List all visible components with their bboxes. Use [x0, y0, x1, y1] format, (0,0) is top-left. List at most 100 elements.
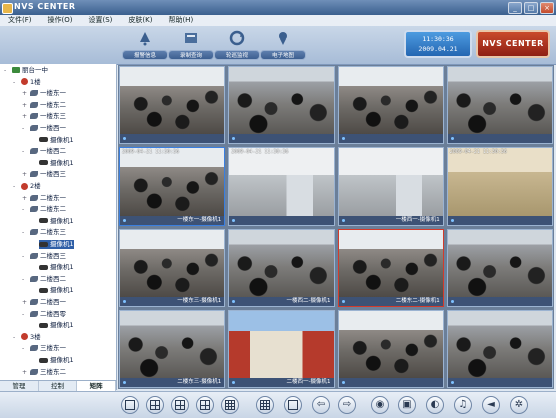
- video-cell[interactable]: 2009-04-21 11:30:36: [446, 147, 553, 226]
- tree-item-room[interactable]: - 二楼东二: [22, 205, 66, 214]
- video-cell[interactable]: 2009-04-21 11:30:36 一楼东一-摄像机1: [119, 147, 226, 226]
- settings-icon: ✲: [514, 399, 524, 410]
- record-query-button[interactable]: 录制查询: [168, 29, 214, 61]
- video-cell[interactable]: 2009-04-21 11:30:36: [228, 147, 335, 226]
- layout-9-button[interactable]: [221, 396, 239, 414]
- expand-icon[interactable]: +: [22, 112, 27, 121]
- expand-icon[interactable]: +: [22, 170, 27, 179]
- tree-item-room[interactable]: - 一楼西二: [22, 147, 66, 156]
- minimize-button[interactable]: _: [508, 2, 522, 14]
- tree-item-room[interactable]: + 一楼东三: [22, 112, 66, 121]
- video-cell[interactable]: 一楼西一-摄像机1: [337, 147, 444, 226]
- snapshot-button[interactable]: ▣: [398, 396, 416, 414]
- collapse-icon[interactable]: -: [22, 205, 24, 214]
- video-cell[interactable]: 一楼西二-摄像机1: [228, 228, 335, 307]
- expand-icon[interactable]: +: [22, 89, 27, 98]
- tree-item-label: 三楼东二: [40, 367, 66, 376]
- collapse-icon[interactable]: -: [22, 344, 24, 353]
- menu-settings[interactable]: 设置(S): [80, 15, 120, 26]
- tree-item-room[interactable]: - 二楼西二: [22, 275, 66, 284]
- layout-16-button[interactable]: [256, 396, 274, 414]
- e-map-button[interactable]: 电子地图: [260, 29, 306, 61]
- video-cell[interactable]: [337, 66, 444, 145]
- video-cell[interactable]: [446, 228, 553, 307]
- room-icon: [30, 310, 38, 317]
- tree-item-room[interactable]: - 二楼西零: [22, 310, 66, 319]
- tree-item-room[interactable]: + 二楼东一: [22, 194, 66, 203]
- collapse-icon[interactable]: -: [13, 78, 15, 87]
- collapse-icon[interactable]: -: [13, 333, 15, 342]
- tree-item-camera[interactable]: 摄像机1: [39, 286, 74, 295]
- room-icon: [30, 229, 38, 236]
- collapse-icon[interactable]: -: [22, 310, 24, 319]
- video-cell[interactable]: 二楼西一-摄像机1: [228, 309, 335, 388]
- layout-8-button[interactable]: [196, 396, 214, 414]
- fullscreen-button[interactable]: [284, 396, 302, 414]
- video-feed: [338, 67, 443, 135]
- talk-button[interactable]: ◐: [426, 396, 444, 414]
- video-cell[interactable]: [446, 309, 553, 388]
- close-button[interactable]: ×: [540, 2, 554, 14]
- tree-item-room[interactable]: + 一楼东一: [22, 89, 66, 98]
- expand-icon[interactable]: +: [22, 194, 27, 203]
- tree-item-camera[interactable]: 摄像机1: [39, 136, 74, 145]
- menu-operate[interactable]: 操作(O): [40, 15, 81, 26]
- tree-item-root[interactable]: - 丽台一中: [4, 66, 48, 75]
- tree-item-room[interactable]: + 三楼东二: [22, 367, 66, 377]
- tree-item-room[interactable]: + 一楼西三: [22, 170, 66, 179]
- next-page-button[interactable]: ⇨: [338, 396, 356, 414]
- video-cell[interactable]: 二楼东三-摄像机1: [119, 309, 226, 388]
- expand-icon[interactable]: +: [22, 368, 27, 377]
- settings-button[interactable]: ✲: [510, 396, 528, 414]
- video-cell[interactable]: [337, 309, 444, 388]
- collapse-icon[interactable]: -: [22, 124, 24, 133]
- collapse-icon[interactable]: -: [22, 147, 24, 156]
- video-cell[interactable]: 一楼东三-摄像机1: [119, 228, 226, 307]
- video-caption: [447, 296, 552, 306]
- status-dot-icon: [232, 299, 236, 303]
- patrol-monitor-button[interactable]: 轮巡监视: [214, 29, 260, 61]
- tree-item-room[interactable]: + 一楼东二: [22, 101, 66, 110]
- expand-icon[interactable]: +: [22, 298, 27, 307]
- layout-6-button[interactable]: [171, 396, 189, 414]
- volume-button[interactable]: ◄: [482, 396, 500, 414]
- layout-1-button[interactable]: [121, 396, 139, 414]
- collapse-icon[interactable]: -: [22, 252, 24, 261]
- video-cell[interactable]: 二楼东二-摄像机1: [337, 228, 444, 307]
- audio-button[interactable]: ♫: [454, 396, 472, 414]
- video-caption: [447, 378, 552, 387]
- prev-page-button[interactable]: ⇦: [312, 396, 330, 414]
- collapse-icon[interactable]: -: [22, 228, 24, 237]
- tree-item-camera[interactable]: 摄像机1: [39, 263, 74, 272]
- tree-item-room[interactable]: - 三楼东一: [22, 344, 66, 353]
- maximize-button[interactable]: □: [524, 2, 538, 14]
- status-dot-icon: [123, 218, 126, 222]
- record-button[interactable]: ◉: [371, 396, 389, 414]
- tree-item-floor[interactable]: - 2楼: [13, 182, 41, 191]
- tree-item-camera[interactable]: 摄像机1: [39, 356, 74, 365]
- room-icon: [30, 252, 38, 259]
- collapse-icon[interactable]: -: [22, 275, 24, 284]
- alarm-info-button[interactable]: 报警信息: [122, 29, 168, 61]
- menu-help[interactable]: 帮助(H): [160, 15, 201, 26]
- tree-item-room[interactable]: + 二楼西一: [22, 298, 66, 307]
- menu-file[interactable]: 文件(F): [0, 15, 40, 26]
- layout-4-button[interactable]: [146, 396, 164, 414]
- tree-item-floor[interactable]: - 3楼: [13, 333, 41, 342]
- menu-skin[interactable]: 皮肤(K): [120, 15, 160, 26]
- video-cell[interactable]: [446, 66, 553, 145]
- tree-item-camera[interactable]: 摄像机1: [39, 321, 74, 330]
- expand-icon[interactable]: +: [22, 101, 27, 110]
- video-cell[interactable]: [119, 66, 226, 145]
- tree-item-camera[interactable]: 摄像机1: [39, 159, 74, 168]
- status-dot-icon: [450, 137, 454, 141]
- tree-item-camera[interactable]: 摄像机1: [39, 240, 74, 249]
- tree-item-room[interactable]: - 二楼西三: [22, 252, 66, 261]
- tree-item-room[interactable]: - 二楼东三: [22, 228, 66, 237]
- tree-item-camera[interactable]: 摄像机1: [39, 217, 74, 226]
- tree-item-room[interactable]: - 一楼西一: [22, 124, 66, 133]
- collapse-icon[interactable]: -: [13, 182, 15, 191]
- tree-item-floor[interactable]: - 1楼: [13, 78, 41, 87]
- video-cell[interactable]: [228, 66, 335, 145]
- collapse-icon[interactable]: -: [4, 66, 6, 75]
